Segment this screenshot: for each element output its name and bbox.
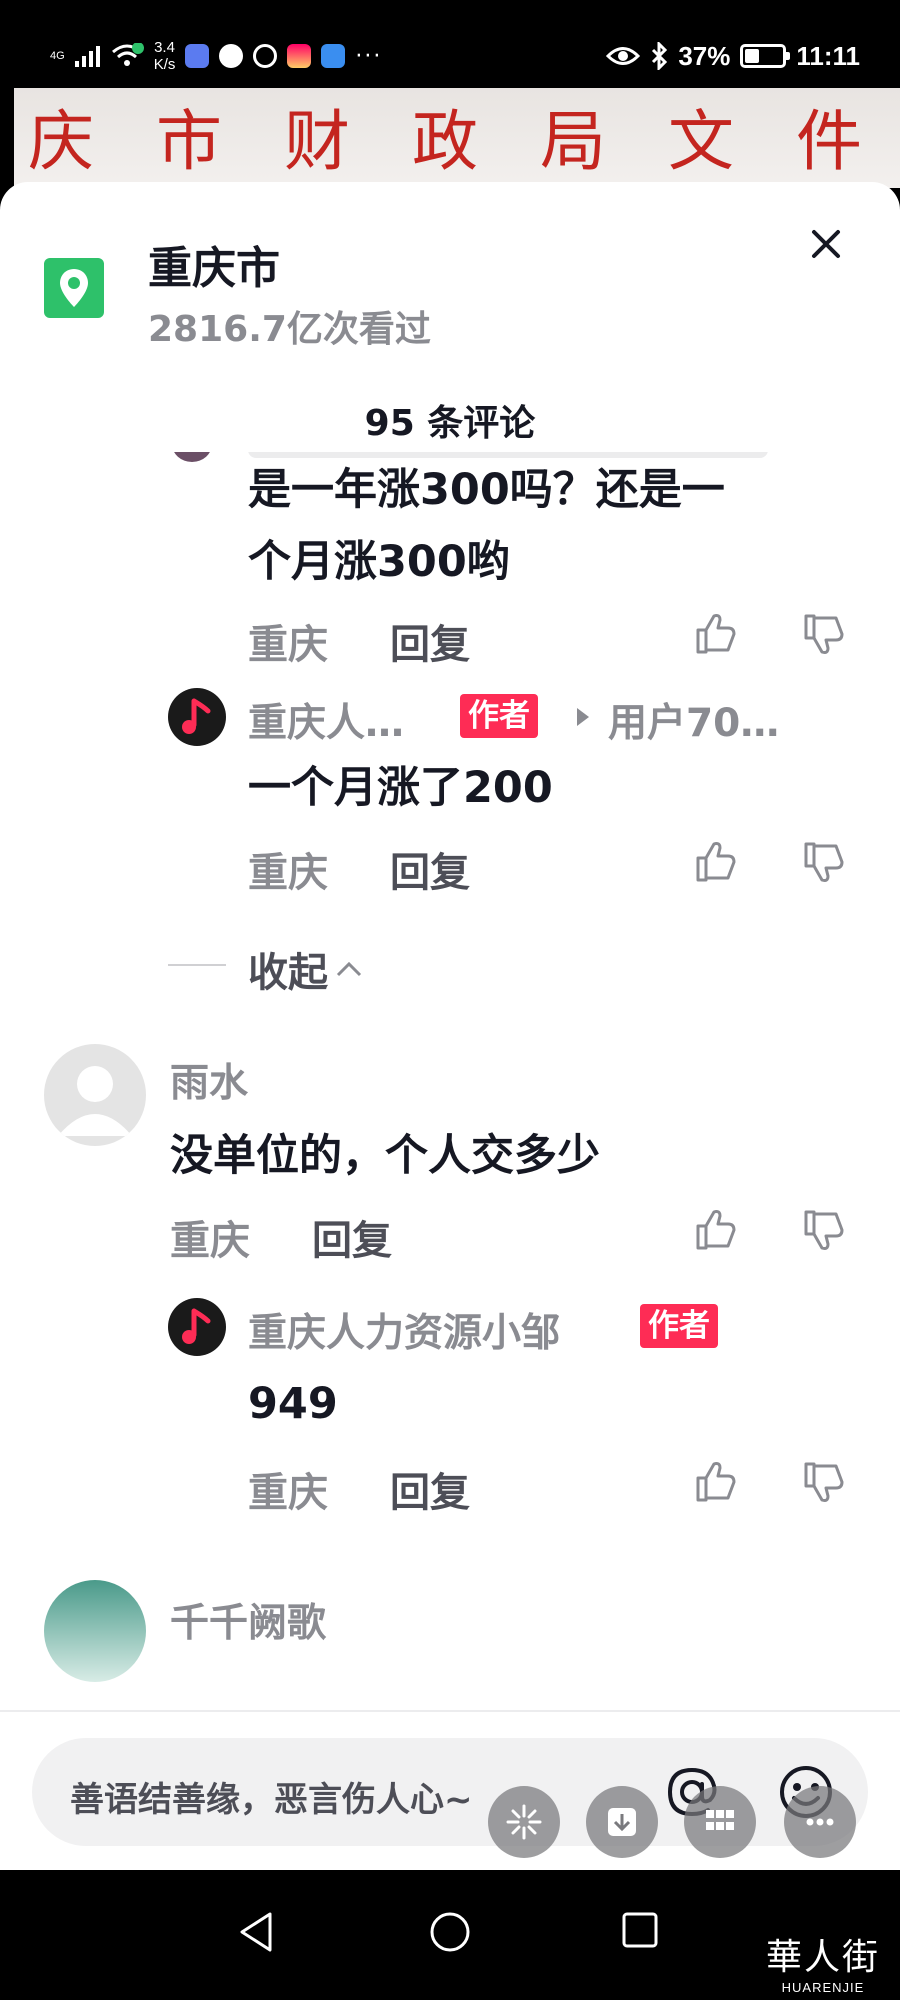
comment-location: 重庆 bbox=[170, 1218, 250, 1264]
avatar[interactable] bbox=[168, 1298, 226, 1356]
grid-button[interactable] bbox=[684, 1786, 756, 1858]
reply-button[interactable]: 回复 bbox=[390, 1460, 470, 1518]
more-button[interactable] bbox=[784, 1786, 856, 1858]
avatar[interactable] bbox=[44, 1580, 146, 1682]
music-app-icon bbox=[185, 44, 210, 68]
more-notifications-icon: ··· bbox=[355, 43, 383, 69]
comment-text: 949 bbox=[248, 1379, 338, 1429]
grid-icon bbox=[706, 1810, 734, 1830]
comment-author[interactable]: 千千阙歌 bbox=[170, 1592, 326, 1648]
comment-text: 一个月涨了200 bbox=[248, 763, 553, 813]
reply-button[interactable]: 回复 bbox=[390, 840, 470, 898]
recents-icon[interactable] bbox=[620, 1910, 660, 1950]
signal-icon bbox=[74, 45, 100, 67]
collapse-label: 收起 bbox=[248, 950, 328, 996]
network-type: 4G bbox=[50, 50, 65, 62]
circle-app-icon bbox=[253, 44, 278, 68]
comment-location: 重庆 bbox=[248, 850, 328, 896]
reply-button[interactable]: 回复 bbox=[390, 612, 470, 670]
comment-text-line: 是一年涨300吗？还是一 bbox=[248, 465, 725, 515]
comment-author[interactable]: 雨水 bbox=[170, 1052, 248, 1108]
comment-count: 95 条评论 bbox=[364, 403, 536, 444]
system-nav-bar: 華人街 HUARENJIE bbox=[0, 1870, 900, 2000]
like-icon[interactable] bbox=[692, 610, 740, 658]
comment-text-line: 个月涨300哟 bbox=[248, 537, 510, 587]
reply-to-user[interactable]: 用户70… bbox=[608, 692, 779, 748]
avatar[interactable] bbox=[168, 688, 226, 746]
cloud-app-icon bbox=[321, 44, 346, 68]
avatar[interactable] bbox=[44, 1044, 146, 1146]
watermark: 華人街 HUARENJIE bbox=[765, 1937, 880, 1995]
comment-location: 重庆 bbox=[248, 622, 328, 668]
author-badge: 作者 bbox=[460, 694, 538, 738]
video-document-text: 庆市财政局文件 bbox=[28, 103, 900, 180]
location-views: 2816.7亿次看过 bbox=[148, 309, 431, 350]
comment-input-placeholder: 善语结善缘，恶言伤人心~ bbox=[70, 1780, 473, 1820]
home-icon[interactable] bbox=[428, 1910, 472, 1954]
download-button[interactable] bbox=[586, 1786, 658, 1858]
comment-author[interactable]: 重庆人力资源小邹 bbox=[248, 1302, 560, 1358]
comment-list[interactable]: 是一年涨300吗？还是一 个月涨300哟 重庆 回复 重庆人… 作者 用户70…… bbox=[0, 452, 900, 1870]
dislike-icon[interactable] bbox=[800, 1206, 848, 1254]
input-divider bbox=[0, 1710, 900, 1712]
comment-location: 重庆 bbox=[248, 1470, 328, 1516]
collapse-replies-button[interactable]: 收起 bbox=[248, 940, 364, 998]
status-bar: 4G 3.4 K/s ··· 37% 11:11 bbox=[0, 22, 900, 92]
reply-button[interactable]: 回复 bbox=[312, 1208, 392, 1266]
close-icon[interactable] bbox=[806, 224, 846, 264]
more-icon bbox=[806, 1818, 834, 1826]
dislike-icon[interactable] bbox=[800, 610, 848, 658]
back-icon[interactable] bbox=[236, 1910, 276, 1954]
bluetooth-icon bbox=[652, 42, 668, 70]
comment-sheet: 重庆市 2816.7亿次看过 95 条评论 是一年涨300吗？还是一 个月涨30… bbox=[0, 182, 900, 1870]
like-icon[interactable] bbox=[692, 838, 740, 886]
comment-author[interactable]: 重庆人… bbox=[248, 692, 404, 748]
avatar[interactable] bbox=[172, 452, 212, 462]
dislike-icon[interactable] bbox=[800, 838, 848, 886]
chevron-up-icon bbox=[336, 961, 362, 977]
location-title[interactable]: 重庆市 bbox=[148, 232, 280, 296]
dislike-icon[interactable] bbox=[800, 1458, 848, 1506]
battery-icon bbox=[740, 44, 791, 68]
location-pin-icon bbox=[44, 258, 104, 318]
sparkle-icon bbox=[506, 1804, 542, 1840]
background-video[interactable]: 庆市财政局文件 bbox=[14, 88, 900, 188]
wifi-icon bbox=[111, 43, 144, 66]
music-note-icon bbox=[182, 1308, 211, 1344]
comment-text: 没单位的，个人交多少 bbox=[170, 1131, 600, 1181]
battery-percent: 37% bbox=[678, 40, 731, 71]
assistive-touch-button[interactable] bbox=[488, 1786, 560, 1858]
author-badge: 作者 bbox=[640, 1304, 718, 1348]
like-icon[interactable] bbox=[692, 1458, 740, 1506]
default-user-icon bbox=[58, 1066, 132, 1136]
music-note-icon bbox=[182, 698, 211, 734]
download-icon bbox=[608, 1808, 636, 1836]
like-icon[interactable] bbox=[692, 1206, 740, 1254]
collapse-divider bbox=[168, 964, 226, 966]
book-app-icon bbox=[287, 44, 312, 68]
reply-arrow-icon bbox=[577, 708, 589, 726]
eye-icon bbox=[606, 47, 641, 65]
network-speed: 3.4 K/s bbox=[153, 39, 176, 73]
clock: 11:11 bbox=[796, 40, 860, 71]
browser-app-icon bbox=[219, 44, 244, 68]
